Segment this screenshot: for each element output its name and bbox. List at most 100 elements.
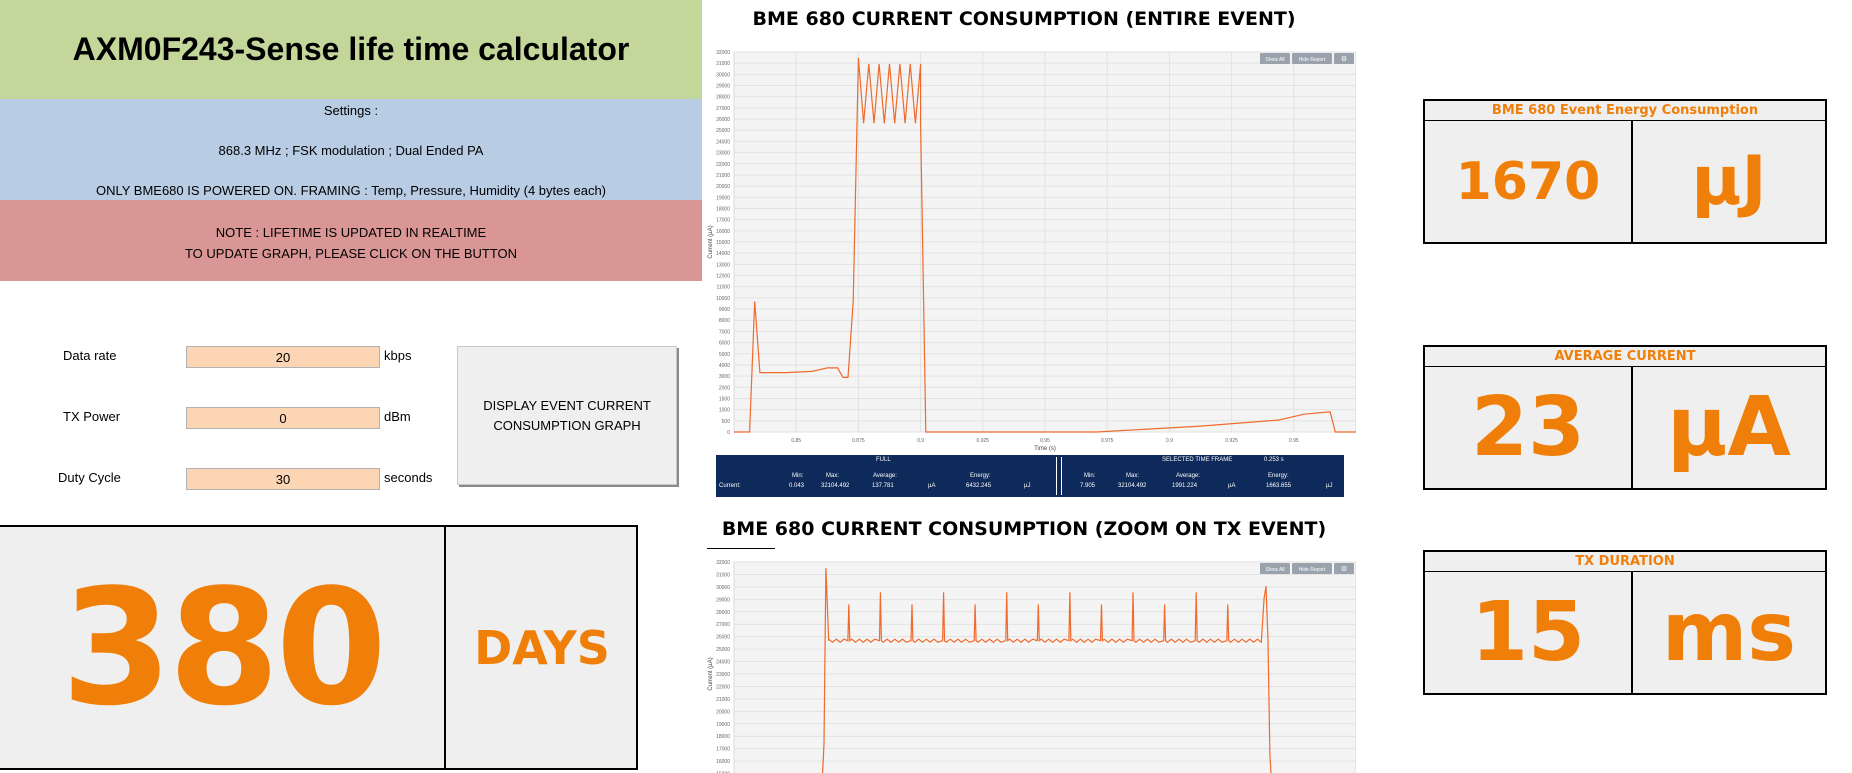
chart1-x-tick: 0.925 [977,438,990,444]
chart1-y-tick: 29000 [716,84,730,90]
chart1-y-tick: 21000 [716,173,730,179]
tx-power-input[interactable] [186,407,380,429]
data-rate-input[interactable] [186,346,380,368]
calculator-title-band: AXM0F243-Sense life time calculator [0,0,702,99]
energy-metric-box: BME 680 Event Energy Consumption 1670 µJ [1423,99,1827,244]
chart1-x-tick: 0.9 [917,438,924,444]
chart2-y-tick: 31000 [716,572,730,578]
chart2-y-tick: 23000 [716,672,730,678]
chart1-y-label: Current (µA) [708,225,714,258]
chart2-y-tick: 26000 [716,635,730,641]
chart1-y-tick: 6000 [719,341,730,347]
chart1-y-tick: 11000 [716,285,730,291]
note-line-2: TO UPDATE GRAPH, PLEASE CLICK ON THE BUT… [184,246,518,261]
chart1-y-tick: 1500 [719,396,730,402]
chart1-svg[interactable]: 0 500 1000 1500 2000 3000 4000 5000 6000 7000 8000… [706,46,1382,452]
settings-heading: Settings : [323,103,379,118]
summary-full-avg: 137.781 [872,483,894,489]
chart1-gear-icon: ⚙ [1341,55,1347,63]
data-rate-unit: kbps [384,348,412,363]
summary-sel-energy-unit: µJ [1326,483,1333,489]
chart1-y-tick: 10000 [716,296,730,302]
average-current-unit: µA [1667,380,1791,475]
chart2-show-all-label: Show All [1265,567,1284,573]
chart1-y-tick: 19000 [716,195,730,201]
tx-power-label: TX Power [63,409,121,424]
chart1-y-tick: 31000 [716,61,730,67]
chart1-panel: 0 500 1000 1500 2000 3000 4000 5000 6000 7000 8000… [706,46,1382,452]
chart2-y-tick: 18000 [716,734,730,740]
note-line-1: NOTE : LIFETIME IS UPDATED IN REALTIME [215,225,487,240]
average-current-value: 23 [1470,380,1586,475]
energy-metric-value: 1670 [1455,151,1601,212]
summary-sel-min-head: Min: [1084,473,1096,479]
chart1-y-tick: 15000 [716,240,730,246]
chart1-y-tick: 13000 [716,262,730,268]
chart1-y-tick: 30000 [716,72,730,78]
chart2-svg[interactable]: 1400015000160001700018000190002000021000… [706,556,1357,773]
summary-full-avg-head: Average: [873,473,897,479]
summary-full-max: 32104.492 [821,483,850,489]
chart1-y-tick: 23000 [716,151,730,157]
lifetime-unit: DAYS [474,620,610,675]
summary-sel-max-head: Max: [1126,473,1140,479]
chart2-title: BME 680 CURRENT CONSUMPTION (ZOOM ON TX … [721,518,1327,540]
chart1-y-tick: 18000 [716,206,730,212]
chart2-y-tick: 20000 [716,709,730,715]
chart1-show-all-label: Show All [1265,57,1284,63]
settings-radio: 868.3 MHz ; FSK modulation ; Dual Ended … [218,143,484,158]
chart2-y-tick: 28000 [716,610,730,616]
chart1-y-tick: 28000 [716,95,730,101]
chart2-panel: 1400015000160001700018000190002000021000… [706,556,1357,773]
summary-full-energy-head: Energy: [970,473,991,479]
summary-selected-label: SELECTED TIME FRAME [1162,457,1233,463]
chart2-y-tick: 27000 [716,622,730,628]
chart2-gear-icon: ⚙ [1341,565,1347,573]
chart1-hide-report-label: Hide Report [1299,57,1326,63]
settings-framing: ONLY BME680 IS POWERED ON. FRAMING : Tem… [95,183,607,198]
average-current-heading: AVERAGE CURRENT [1425,347,1825,367]
summary-divider [1056,457,1062,495]
chart1-y-tick: 1000 [719,408,730,414]
chart1-y-tick: 20000 [716,184,730,190]
summary-sel-avg: 1991.224 [1172,483,1198,489]
chart1-y-tick: 500 [722,419,731,425]
note-band: NOTE : LIFETIME IS UPDATED IN REALTIME T… [0,200,702,281]
chart2-y-tick: 16000 [716,759,730,765]
energy-metric-heading: BME 680 Event Energy Consumption [1425,101,1825,121]
average-current-box: AVERAGE CURRENT 23 µA [1423,345,1827,490]
chart2-y-tick: 32000 [716,560,730,566]
chart1-y-tick: 26000 [716,117,730,123]
chart1-x-tick: 0.95 [1040,438,1050,444]
chart1-y-tick: 7000 [719,329,730,335]
duty-cycle-input[interactable] [186,468,380,490]
chart1-x-tick: 0.925 [1225,438,1238,444]
chart1-y-tick: 2000 [719,385,730,391]
energy-metric-unit: µJ [1691,142,1767,221]
chart1-y-tick: 14000 [716,251,730,257]
summary-sel-energy-head: Energy: [1268,473,1289,479]
tx-duration-value: 15 [1470,585,1586,680]
chart2-y-tick: 17000 [716,747,730,753]
chart1-summary-bar: FULL SELECTED TIME FRAME 0.253 s Current… [716,455,1344,497]
tx-duration-heading: TX DURATION [1425,552,1825,572]
summary-sel-max: 32104.492 [1118,483,1147,489]
chart1-y-tick: 17000 [716,218,730,224]
chart1-y-tick: 5000 [719,352,730,358]
summary-full-label: FULL [876,457,891,463]
summary-row-label: Current: [719,483,741,489]
chart2-y-tick: 24000 [716,660,730,666]
chart1-title: BME 680 CURRENT CONSUMPTION (ENTIRE EVEN… [752,8,1296,30]
chart2-y-tick: 19000 [716,722,730,728]
chart1-x-label: Time (s) [1034,446,1056,452]
summary-full-min-head: Min: [792,473,804,479]
summary-selected-value: 0.253 s [1264,457,1284,463]
summary-full-max-head: Max: [826,473,840,479]
chart1-y-tick: 25000 [716,128,730,134]
chart2-y-label: Current (µA) [708,657,714,690]
display-graph-button[interactable]: DISPLAY EVENT CURRENT CONSUMPTION GRAPH [457,346,677,485]
chart1-y-tick: 27000 [716,106,730,112]
summary-full-energy: 6432.245 [966,483,992,489]
chart1-y-tick: 16000 [716,229,730,235]
settings-band: Settings : 868.3 MHz ; FSK modulation ; … [0,99,702,200]
